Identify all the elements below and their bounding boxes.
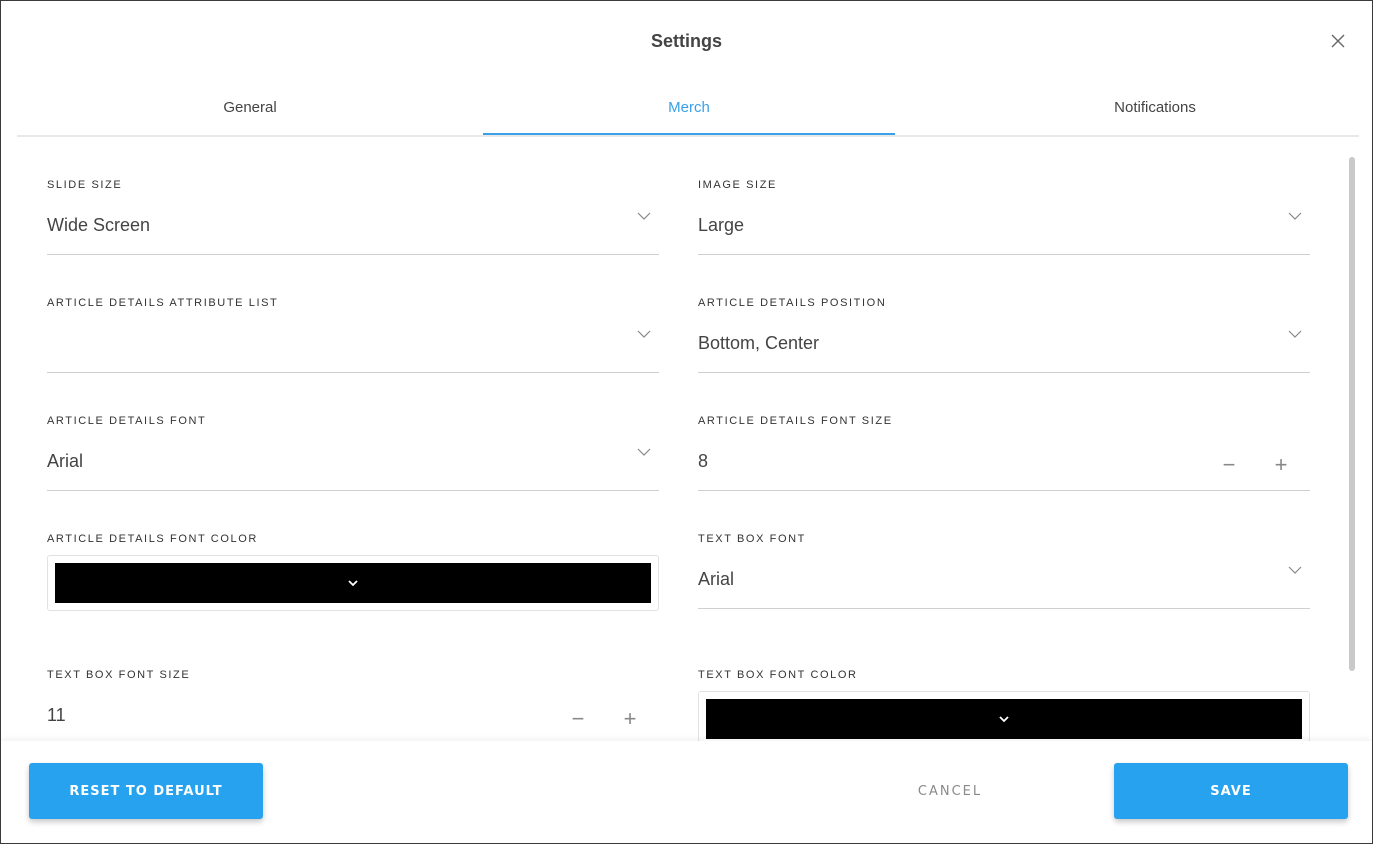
dialog-footer: RESET TO DEFAULT CANCEL SAVE: [1, 741, 1372, 843]
textbox-font-size-value[interactable]: 11: [47, 705, 66, 726]
font-size-stepper: − +: [567, 708, 641, 731]
close-icon[interactable]: [1328, 31, 1348, 51]
details-font-color-label: ARTICLE DETAILS FONT COLOR: [47, 533, 258, 545]
decrement-button[interactable]: −: [567, 708, 589, 731]
chevron-down-icon[interactable]: [637, 327, 651, 341]
details-font-label: ARTICLE DETAILS FONT: [47, 415, 207, 427]
dialog-title: Settings: [650, 31, 722, 51]
image-size-value: Large: [698, 215, 745, 235]
details-font-size-value[interactable]: 8: [698, 451, 708, 472]
slide-size-field[interactable]: SLIDE SIZE Wide Screen: [47, 137, 659, 255]
details-font-color-picker[interactable]: [47, 555, 659, 611]
image-size-field[interactable]: IMAGE SIZE Large: [698, 137, 1310, 255]
chevron-down-icon: [348, 580, 358, 587]
save-button[interactable]: SAVE: [1114, 763, 1348, 819]
font-size-stepper: − +: [1218, 454, 1292, 477]
details-font-size-field[interactable]: ARTICLE DETAILS FONT SIZE 8 − +: [698, 373, 1310, 491]
color-swatch[interactable]: [55, 563, 651, 603]
chevron-down-icon: [999, 716, 1009, 723]
chevron-down-icon[interactable]: [637, 209, 651, 223]
tab-bar: General Merch Notifications: [17, 85, 1359, 137]
attribute-list-label: ARTICLE DETAILS ATTRIBUTE LIST: [47, 297, 279, 309]
tab-general[interactable]: General: [17, 85, 483, 133]
tab-notifications[interactable]: Notifications: [895, 85, 1372, 133]
scrollbar[interactable]: [1349, 157, 1355, 671]
slide-size-label: SLIDE SIZE: [47, 179, 123, 191]
details-font-size-label: ARTICLE DETAILS FONT SIZE: [698, 415, 893, 427]
image-size-label: IMAGE SIZE: [698, 179, 777, 191]
chevron-down-icon[interactable]: [637, 445, 651, 459]
increment-button[interactable]: +: [1270, 454, 1292, 477]
textbox-font-color-picker[interactable]: [698, 691, 1310, 741]
details-position-value: Bottom, Center: [698, 333, 820, 353]
details-font-value: Arial: [47, 451, 84, 471]
textbox-font-label: TEXT BOX FONT: [698, 533, 806, 545]
textbox-font-value: Arial: [698, 569, 735, 589]
chevron-down-icon[interactable]: [1288, 209, 1302, 223]
details-position-label: ARTICLE DETAILS POSITION: [698, 297, 887, 309]
chevron-down-icon[interactable]: [1288, 327, 1302, 341]
textbox-font-size-label: TEXT BOX FONT SIZE: [47, 669, 191, 681]
attribute-list-field[interactable]: ARTICLE DETAILS ATTRIBUTE LIST: [47, 255, 659, 373]
textbox-font-field[interactable]: TEXT BOX FONT Arial: [698, 491, 1310, 609]
reset-to-default-button[interactable]: RESET TO DEFAULT: [29, 763, 263, 819]
field-underline: [698, 608, 1310, 609]
details-font-field[interactable]: ARTICLE DETAILS FONT Arial: [47, 373, 659, 491]
decrement-button[interactable]: −: [1218, 454, 1240, 477]
chevron-down-icon[interactable]: [1288, 563, 1302, 577]
color-swatch[interactable]: [706, 699, 1302, 739]
increment-button[interactable]: +: [619, 708, 641, 731]
textbox-font-size-field[interactable]: TEXT BOX FONT SIZE 11 − +: [47, 627, 659, 741]
details-font-color-field: ARTICLE DETAILS FONT COLOR: [47, 491, 659, 611]
settings-content: SLIDE SIZE Wide Screen IMAGE SIZE Large …: [1, 137, 1372, 741]
details-position-field[interactable]: ARTICLE DETAILS POSITION Bottom, Center: [698, 255, 1310, 373]
cancel-button[interactable]: CANCEL: [891, 763, 1009, 819]
tab-merch[interactable]: Merch: [483, 85, 895, 135]
settings-dialog: Settings General Merch Notifications SLI…: [0, 0, 1373, 844]
textbox-font-color-field: TEXT BOX FONT COLOR: [698, 627, 1310, 741]
slide-size-value: Wide Screen: [47, 215, 151, 235]
textbox-font-color-label: TEXT BOX FONT COLOR: [698, 669, 858, 681]
